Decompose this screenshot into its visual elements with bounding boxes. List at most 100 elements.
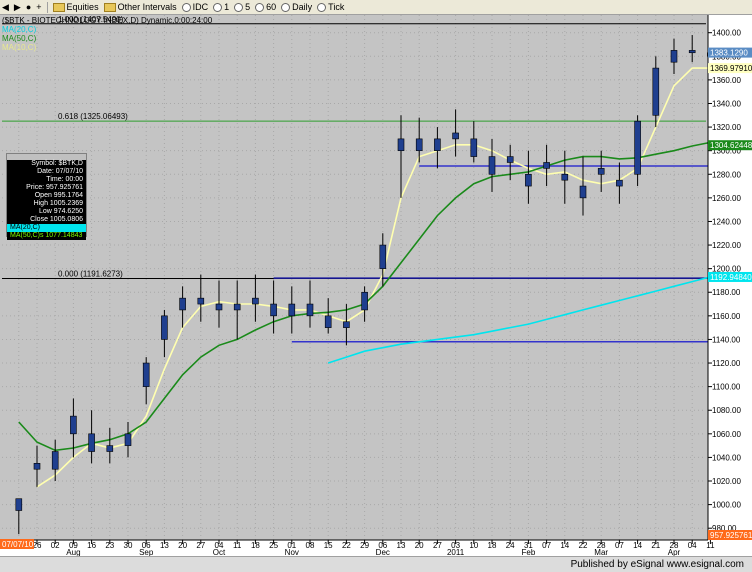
y-tick-label: 1240.00 (712, 217, 741, 226)
y-tick-label: 1060.00 (712, 430, 741, 439)
x-month-label: 2011 (447, 548, 465, 556)
legend-ma20: MA(20,C) (2, 25, 37, 34)
x-tick-label: 22 (342, 541, 351, 550)
ohlc-body (288, 303, 296, 317)
back-icon[interactable]: ◀ (2, 2, 9, 13)
ohlc-body (434, 138, 441, 151)
footer-publisher: Published by eSignal www.esignal.com (0, 556, 752, 572)
cursor-date-text: 07/07/10 (2, 540, 34, 549)
databox-high: High 1005.2369 (33, 200, 83, 207)
cursor-data-box[interactable]: Symbol: $BTK,D Date: 07/07/10 Time: 00:0… (6, 153, 87, 240)
x-month-label: Aug (66, 548, 80, 556)
ohlc-body (361, 291, 368, 311)
ohlc-body (343, 321, 350, 328)
databox-close: Close 1005.0806 (30, 216, 83, 223)
databox-low: Low 974.6250 (39, 208, 83, 215)
interval-label: 60 (266, 2, 277, 12)
databox-open: Open 995.1764 (34, 192, 83, 199)
x-tick-label: 11 (233, 541, 242, 550)
ohlc-body (233, 303, 241, 311)
interval-label: Daily (292, 2, 313, 12)
interval-daily[interactable]: Daily (281, 2, 312, 12)
y-tick-label: 1400.00 (712, 29, 741, 38)
other-intervals-menu[interactable]: Other Intervals (103, 2, 177, 12)
price-tag-label: 1383.1290 (710, 49, 748, 58)
x-tick-label: 14 (560, 541, 569, 550)
ohlc-body (70, 415, 77, 435)
x-tick-label: 15 (324, 541, 333, 550)
y-tick-label: 1120.00 (712, 359, 741, 368)
y-tick-label: 1280.00 (712, 170, 741, 179)
x-tick-label: 18 (251, 541, 260, 550)
x-tick-label: 13 (160, 541, 169, 550)
radio-icon (281, 2, 291, 12)
ohlc-body (470, 138, 478, 157)
fib-level-label: 0.000 (1191.6273) (58, 270, 123, 279)
folder-icon (52, 2, 65, 12)
x-tick-label: 11 (706, 541, 715, 550)
ohlc-body (33, 463, 41, 470)
x-tick-label: 24 (506, 541, 515, 550)
ohlc-body (652, 67, 660, 116)
x-tick-label: 08 (306, 541, 315, 550)
ohlc-body (252, 297, 259, 305)
equities-menu[interactable]: Equities (52, 2, 99, 12)
y-tick-label: 1000.00 (712, 501, 741, 510)
x-tick-label: 07 (542, 541, 551, 550)
y-tick-label: 1340.00 (712, 99, 741, 108)
forward-icon[interactable]: ▶ (14, 2, 21, 13)
x-month-label: Oct (213, 548, 226, 556)
databox-ma50: MA(50,C)s 1077.14843 (7, 232, 86, 240)
interval-5[interactable]: 5 (234, 2, 250, 12)
x-tick-label: 20 (178, 541, 187, 550)
ohlc-body (179, 297, 186, 311)
radio-icon (317, 2, 327, 12)
ohlc-body (197, 297, 205, 305)
radio-icon (213, 2, 223, 12)
interval-label: 1 (224, 2, 230, 12)
x-tick-label: 27 (196, 541, 205, 550)
ohlc-body (525, 173, 532, 187)
interval-idc[interactable]: IDC (181, 2, 208, 12)
interval-1[interactable]: 1 (213, 2, 229, 12)
y-tick-label: 1160.00 (712, 312, 741, 321)
interval-label: Tick (328, 2, 345, 12)
ohlc-body (452, 132, 459, 140)
x-tick-label: 18 (488, 541, 497, 550)
other-intervals-label: Other Intervals (117, 2, 177, 12)
add-icon[interactable]: + (36, 2, 41, 12)
y-tick-label: 1220.00 (712, 241, 741, 250)
folder-icon (103, 2, 116, 12)
radio-icon (255, 2, 265, 12)
ohlc-body (124, 433, 132, 446)
interval-60[interactable]: 60 (255, 2, 276, 12)
x-tick-label: 02 (51, 541, 60, 550)
zoom-icon[interactable]: ● (26, 2, 31, 12)
ohlc-body (306, 303, 314, 317)
ohlc-body (506, 156, 514, 163)
interval-label: 5 (245, 2, 251, 12)
x-tick-label: 23 (105, 541, 114, 550)
databox-date: Date: 07/07/10 (37, 168, 83, 175)
price-tag-label: 957.925761 (710, 531, 752, 540)
price-tag-label: 1304.62448 (710, 141, 752, 150)
y-tick-label: 1100.00 (712, 383, 741, 392)
x-tick-label: 16 (87, 541, 96, 550)
ohlc-body (397, 138, 405, 151)
radio-icon (234, 2, 244, 12)
x-tick-label: 13 (397, 541, 406, 550)
y-tick-label: 1080.00 (712, 406, 741, 415)
price-chart[interactable]: 0.618 (1325.06493)0.000 (1191.6273)1.000… (0, 15, 752, 556)
x-tick-label: 21 (651, 541, 660, 550)
toolbar: ◀ ▶ ● + Equities Other Intervals IDC 1 5… (0, 0, 752, 15)
y-tick-label: 1360.00 (712, 76, 741, 85)
y-tick-label: 1020.00 (712, 477, 741, 486)
legend-ma50: MA(50,C) (2, 34, 37, 43)
fib-level-label: 0.618 (1325.06493) (58, 112, 128, 121)
interval-tick[interactable]: Tick (317, 2, 344, 12)
ohlc-body (543, 162, 550, 169)
ohlc-body (579, 185, 587, 199)
x-tick-label: 04 (688, 541, 697, 550)
ohlc-body (270, 303, 277, 317)
toolbar-separator (46, 1, 48, 13)
